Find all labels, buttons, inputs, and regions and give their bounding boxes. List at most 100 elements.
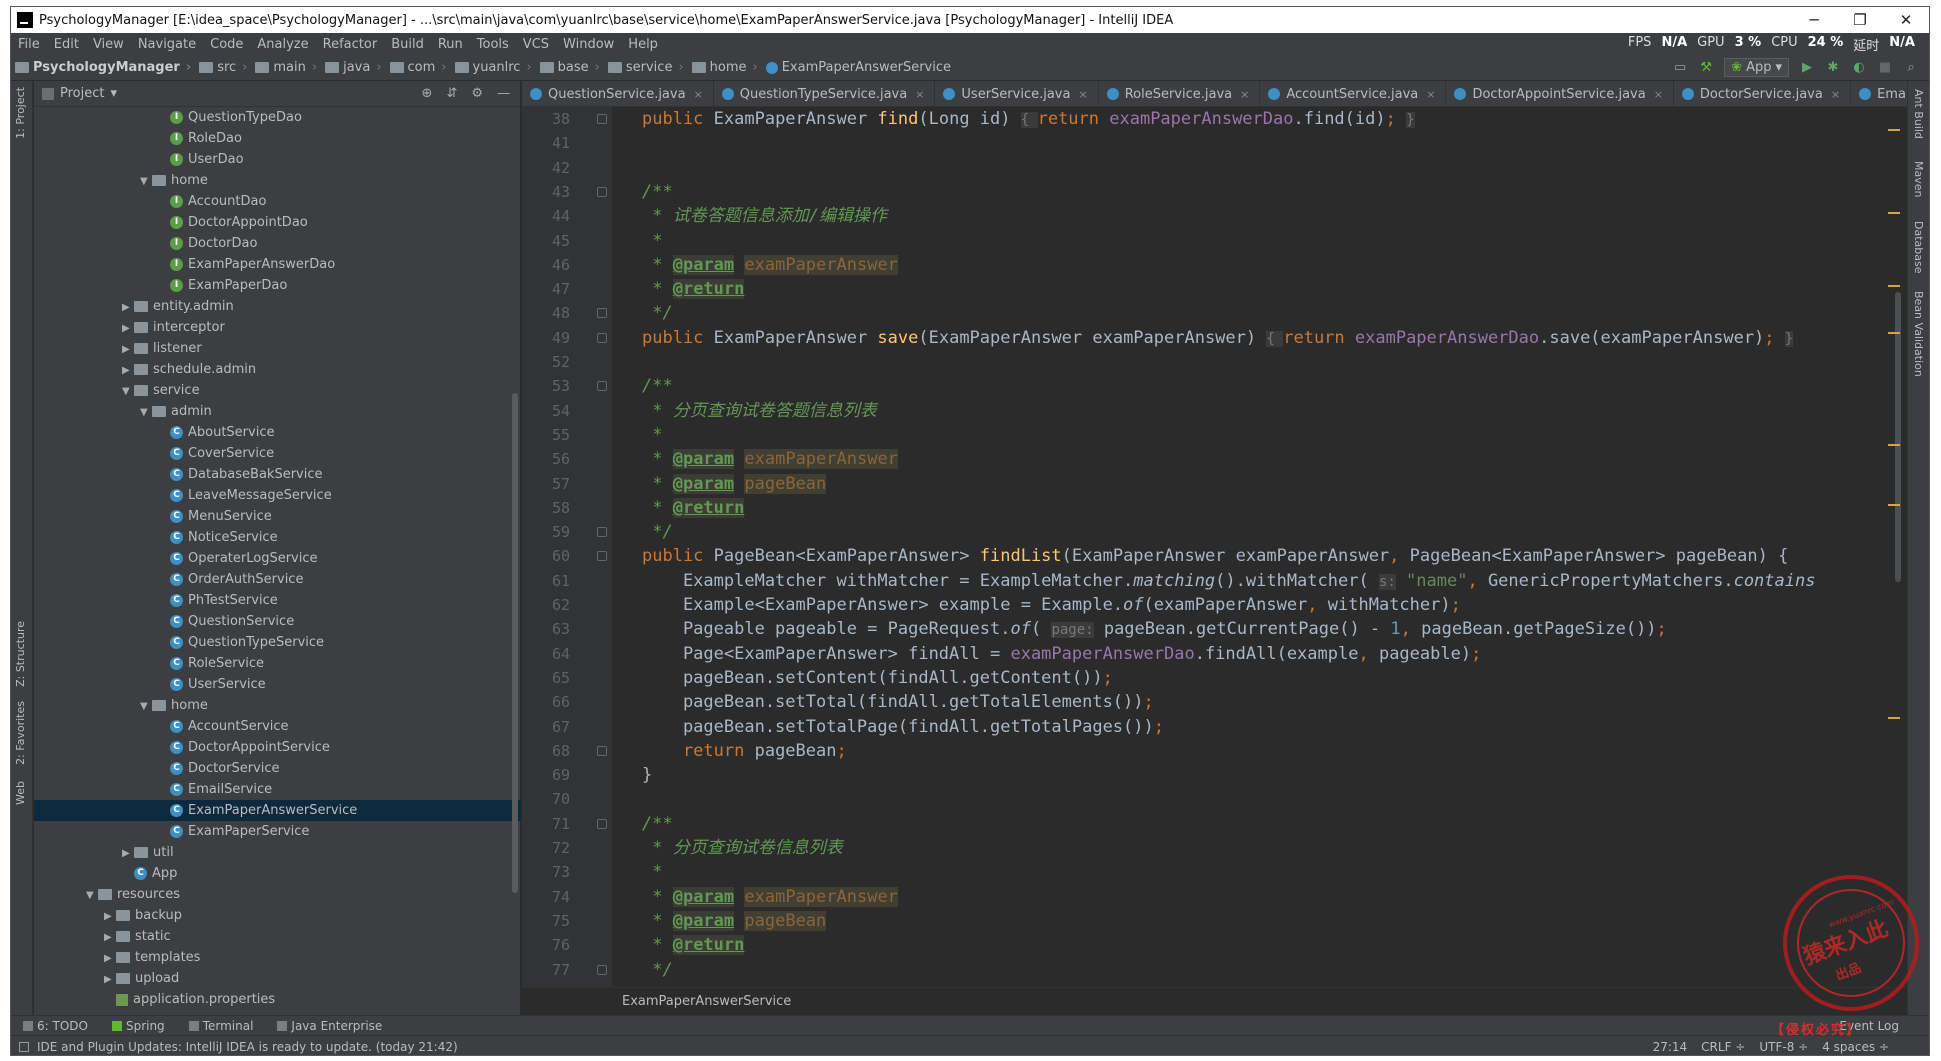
collapse-arrow-icon[interactable]: ▶: [122, 843, 134, 864]
tree-item[interactable]: C AccountService: [34, 716, 521, 737]
collapse-arrow-icon[interactable]: ▶: [104, 969, 116, 990]
file-encoding[interactable]: UTF-8 ÷: [1759, 1040, 1808, 1054]
editor-tab[interactable]: AccountService.java ×: [1260, 81, 1447, 106]
project-structure-icon[interactable]: ▭: [1672, 60, 1688, 76]
menu-refactor[interactable]: Refactor: [316, 37, 385, 52]
tool-ant-build[interactable]: Ant Build: [1912, 89, 1925, 139]
close-button[interactable]: ✕: [1883, 11, 1929, 29]
tree-item[interactable]: I DoctorAppointDao: [34, 212, 521, 233]
crumb-com[interactable]: com ›: [386, 60, 451, 75]
menu-build[interactable]: Build: [384, 37, 431, 52]
crumb-java[interactable]: java ›: [321, 60, 385, 75]
tree-item[interactable]: ▼ home: [34, 170, 521, 191]
tree-item[interactable]: application.properties: [34, 989, 521, 1010]
tree-item[interactable]: ▶ entity.admin: [34, 296, 521, 317]
tree-item[interactable]: C DoctorAppointService: [34, 737, 521, 758]
fold-marker-icon[interactable]: [597, 745, 607, 756]
tree-item[interactable]: C DatabaseBakService: [34, 464, 521, 485]
menu-run[interactable]: Run: [431, 37, 470, 52]
menu-view[interactable]: View: [86, 37, 131, 52]
editor-tab[interactable]: UserService.java ×: [935, 81, 1099, 106]
crumb-yuanlrc[interactable]: yuanlrc ›: [451, 60, 536, 75]
gear-icon[interactable]: ⚙: [471, 86, 483, 101]
warning-marker[interactable]: [1888, 504, 1900, 506]
tree-item[interactable]: ▼ admin: [34, 401, 521, 422]
tree-item[interactable]: ▶ listener: [34, 338, 521, 359]
tool-todo[interactable]: 6: TODO: [11, 1019, 100, 1033]
expand-arrow-icon[interactable]: ▼: [122, 381, 134, 402]
tree-item[interactable]: I DoctorDao: [34, 233, 521, 254]
tool-bean-validation[interactable]: Bean Validation: [1912, 291, 1925, 377]
tree-item[interactable]: ▼ resources: [34, 884, 521, 905]
collapse-arrow-icon[interactable]: ▶: [104, 906, 116, 927]
tree-item[interactable]: C OrderAuthService: [34, 569, 521, 590]
tree-item[interactable]: C NoticeService: [34, 527, 521, 548]
fold-marker-icon[interactable]: [597, 964, 607, 975]
crumb-src[interactable]: src ›: [195, 60, 251, 75]
tree-scrollbar[interactable]: [512, 393, 518, 893]
expand-arrow-icon[interactable]: ▼: [140, 402, 152, 423]
menu-file[interactable]: File: [11, 37, 47, 52]
crumb-main[interactable]: main ›: [251, 60, 321, 75]
tree-item[interactable]: C EmailService: [34, 779, 521, 800]
tree-item[interactable]: I UserDao: [34, 149, 521, 170]
fold-marker-icon[interactable]: [597, 818, 607, 829]
caret-position[interactable]: 27:14: [1653, 1040, 1688, 1054]
stop-icon[interactable]: ■: [1877, 60, 1893, 76]
code-view[interactable]: public ExamPaperAnswer find(Long id) { r…: [612, 107, 1908, 987]
fold-marker-icon[interactable]: [597, 332, 607, 343]
collapse-arrow-icon[interactable]: ▶: [122, 360, 134, 381]
warning-marker[interactable]: [1888, 285, 1900, 287]
close-tab-icon[interactable]: ×: [1240, 88, 1249, 101]
fold-marker-icon[interactable]: [597, 551, 607, 562]
editor-tab[interactable]: DoctorAppointService.java ×: [1446, 81, 1674, 106]
locate-icon[interactable]: ⊕: [422, 86, 433, 101]
restore-button[interactable]: ❐: [1837, 11, 1883, 29]
tool-web[interactable]: Web: [14, 781, 27, 805]
expand-arrow-icon[interactable]: ▼: [140, 696, 152, 717]
menu-help[interactable]: Help: [621, 37, 665, 52]
tool-favorites[interactable]: 2: Favorites: [14, 701, 27, 765]
tree-item[interactable]: C RoleService: [34, 653, 521, 674]
indent-setting[interactable]: 4 spaces ÷: [1822, 1040, 1889, 1054]
close-tab-icon[interactable]: ×: [694, 88, 703, 101]
editor-tab[interactable]: RoleService.java ×: [1099, 81, 1261, 106]
tree-item[interactable]: I QuestionTypeDao: [34, 107, 521, 128]
tree-item[interactable]: C ExamPaperService: [34, 821, 521, 842]
tree-item[interactable]: I ExamPaperAnswerDao: [34, 254, 521, 275]
tree-item[interactable]: ▶ templates: [34, 947, 521, 968]
tool-maven[interactable]: Maven: [1912, 161, 1925, 197]
tree-item[interactable]: ▼ service: [34, 380, 521, 401]
tree-item[interactable]: C App: [34, 863, 521, 884]
tree-item[interactable]: C OperaterLogService: [34, 548, 521, 569]
chevron-down-icon[interactable]: ▾: [110, 86, 117, 101]
expand-arrow-icon[interactable]: ▼: [140, 171, 152, 192]
build-hammer-icon[interactable]: ⚒: [1698, 60, 1714, 76]
crumb-project[interactable]: PsychologyManager ›: [11, 60, 195, 75]
tool-java-enterprise[interactable]: Java Enterprise: [265, 1019, 394, 1033]
fold-marker-icon[interactable]: [597, 381, 607, 392]
project-title[interactable]: Project: [60, 86, 104, 101]
tree-item[interactable]: C CoverService: [34, 443, 521, 464]
warning-marker[interactable]: [1888, 212, 1900, 214]
tool-database[interactable]: Database: [1912, 221, 1925, 274]
hide-icon[interactable]: —: [497, 86, 510, 101]
status-message[interactable]: IDE and Plugin Updates: IntelliJ IDEA is…: [37, 1040, 458, 1054]
tree-item[interactable]: ▶ static: [34, 926, 521, 947]
editor-tab[interactable]: QuestionService.java ×: [522, 81, 714, 106]
tree-item[interactable]: C AboutService: [34, 422, 521, 443]
editor-tab[interactable]: QuestionTypeService.java ×: [714, 81, 936, 106]
tree-item[interactable]: ▼ home: [34, 695, 521, 716]
collapse-arrow-icon[interactable]: ▶: [104, 948, 116, 969]
crumb-base[interactable]: base ›: [536, 60, 604, 75]
menu-analyze[interactable]: Analyze: [250, 37, 315, 52]
warning-marker[interactable]: [1888, 129, 1900, 131]
collapse-arrow-icon[interactable]: ▶: [122, 339, 134, 360]
coverage-icon[interactable]: ◐: [1851, 60, 1867, 76]
tree-item[interactable]: I RoleDao: [34, 128, 521, 149]
tree-item[interactable]: I AccountDao: [34, 191, 521, 212]
editor-tab[interactable]: EmailService.java×: [1851, 81, 1908, 106]
debug-icon[interactable]: ✱: [1825, 60, 1841, 76]
menu-tools[interactable]: Tools: [470, 37, 516, 52]
tree-item[interactable]: C PhTestService: [34, 590, 521, 611]
